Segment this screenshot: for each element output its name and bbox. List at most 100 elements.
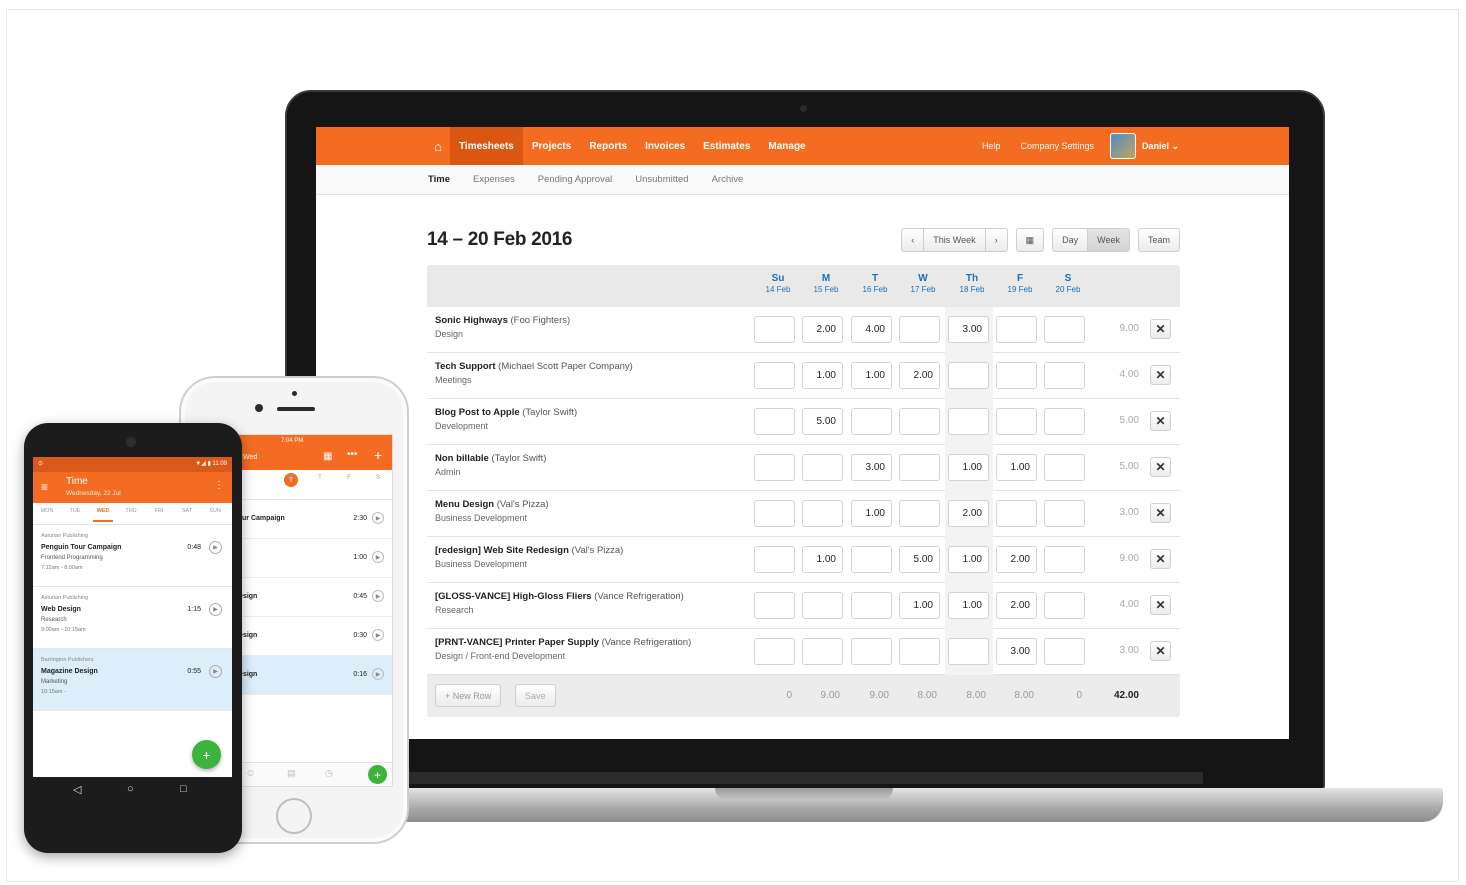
calendar-icon[interactable]: ▦ xyxy=(323,451,332,462)
hours-input[interactable] xyxy=(754,592,795,619)
timer-tab-icon[interactable]: ⏲ xyxy=(247,768,254,779)
list-item[interactable]: Asturian Publishing Penguin Tour Campaign… xyxy=(33,525,232,587)
help-link[interactable]: Help xyxy=(982,141,1001,151)
subnav-unsubmitted[interactable]: Unsubmitted xyxy=(635,174,688,185)
week-day[interactable]: W xyxy=(281,475,301,481)
hours-input[interactable] xyxy=(996,362,1037,389)
week-day[interactable]: THU xyxy=(121,508,141,514)
hours-input[interactable]: 1.00 xyxy=(802,362,843,389)
calendar-icon[interactable]: ▦ xyxy=(1015,228,1045,252)
play-icon[interactable]: ▶ xyxy=(372,629,384,641)
week-day[interactable]: WED xyxy=(93,508,113,522)
android-add-button[interactable]: + xyxy=(192,740,221,769)
more-icon[interactable]: ••• xyxy=(347,449,358,460)
hamburger-menu-icon[interactable]: ≡ xyxy=(41,480,48,494)
hours-input[interactable] xyxy=(1044,546,1085,573)
hours-input[interactable] xyxy=(1044,592,1085,619)
hours-input[interactable] xyxy=(1044,638,1085,665)
week-day[interactable]: SAT xyxy=(177,508,197,514)
hours-input[interactable]: 2.00 xyxy=(948,500,989,527)
nav-reports[interactable]: Reports xyxy=(580,127,636,165)
play-icon[interactable]: ▶ xyxy=(209,603,222,616)
nav-estimates[interactable]: Estimates xyxy=(694,127,759,165)
list-item[interactable]: 1:00 ▶ xyxy=(231,539,392,578)
hours-input[interactable]: 5.00 xyxy=(899,546,940,573)
delete-row-icon[interactable]: ✕ xyxy=(1150,411,1171,431)
hours-input[interactable]: 1.00 xyxy=(899,592,940,619)
hours-input[interactable]: 3.00 xyxy=(948,316,989,343)
hours-input[interactable] xyxy=(1044,454,1085,481)
day-view-button[interactable]: Day xyxy=(1052,228,1089,252)
this-week-button[interactable]: This Week xyxy=(924,228,986,252)
hours-input[interactable] xyxy=(851,638,892,665)
week-day[interactable]: MON xyxy=(37,508,57,514)
hours-input[interactable] xyxy=(802,454,843,481)
hours-input[interactable]: 1.00 xyxy=(948,454,989,481)
list-item[interactable]: Design 0:30 ▶ xyxy=(231,617,392,656)
grid-tab-icon[interactable]: ▤ xyxy=(287,768,296,779)
back-icon[interactable]: ◁ xyxy=(73,783,81,796)
overflow-menu-icon[interactable]: ⋮ xyxy=(214,480,224,491)
hours-input[interactable]: 1.00 xyxy=(802,546,843,573)
hours-input[interactable] xyxy=(948,362,989,389)
list-item[interactable]: Asturian Publishing Web Design Research 9:0… xyxy=(33,587,232,649)
hours-input[interactable] xyxy=(754,454,795,481)
hours-input[interactable]: 1.00 xyxy=(996,454,1037,481)
hours-input[interactable] xyxy=(754,546,795,573)
week-day[interactable]: S xyxy=(368,475,388,481)
play-icon[interactable]: ▶ xyxy=(372,551,384,563)
play-icon[interactable]: ▶ xyxy=(372,668,384,680)
recents-icon[interactable]: □ xyxy=(180,783,187,795)
hours-input[interactable] xyxy=(851,408,892,435)
hours-input[interactable] xyxy=(1044,500,1085,527)
next-week-button[interactable]: › xyxy=(985,228,1008,252)
week-day[interactable]: F xyxy=(339,475,359,481)
week-day[interactable]: TUE xyxy=(65,508,85,514)
hours-input[interactable] xyxy=(802,500,843,527)
nav-invoices[interactable]: Invoices xyxy=(636,127,694,165)
play-icon[interactable]: ▶ xyxy=(372,590,384,602)
play-icon[interactable]: ▶ xyxy=(372,512,384,524)
list-item[interactable]: Barrington Publishers Magazine Design Mark… xyxy=(33,649,232,711)
subnav-expenses[interactable]: Expenses xyxy=(473,174,515,185)
hours-input[interactable] xyxy=(851,592,892,619)
team-button[interactable]: Team xyxy=(1137,228,1180,252)
hours-input[interactable] xyxy=(754,362,795,389)
hours-input[interactable]: 2.00 xyxy=(996,592,1037,619)
hours-input[interactable]: 2.00 xyxy=(899,362,940,389)
delete-row-icon[interactable]: ✕ xyxy=(1150,457,1171,477)
hours-input[interactable] xyxy=(802,592,843,619)
subnav-archive[interactable]: Archive xyxy=(712,174,744,185)
save-button[interactable]: Save xyxy=(515,684,556,707)
hours-input[interactable]: 5.00 xyxy=(802,408,843,435)
hours-input[interactable] xyxy=(899,454,940,481)
prev-week-button[interactable]: ‹ xyxy=(901,228,925,252)
hours-input[interactable]: 2.00 xyxy=(996,546,1037,573)
subnav-time[interactable]: Time xyxy=(428,174,450,185)
hours-input[interactable] xyxy=(996,500,1037,527)
hours-input[interactable] xyxy=(996,316,1037,343)
list-item[interactable]: Design 0:45 ▶ xyxy=(231,578,392,617)
hours-input[interactable]: 2.00 xyxy=(802,316,843,343)
list-item[interactable]: Tour Campaign 2:30 ▶ xyxy=(231,500,392,539)
play-icon[interactable]: ▶ xyxy=(209,541,222,554)
hours-input[interactable] xyxy=(1044,316,1085,343)
nav-manage[interactable]: Manage xyxy=(759,127,814,165)
nav-projects[interactable]: Projects xyxy=(523,127,580,165)
delete-row-icon[interactable]: ✕ xyxy=(1150,641,1171,661)
delete-row-icon[interactable]: ✕ xyxy=(1150,595,1171,615)
hours-input[interactable] xyxy=(754,408,795,435)
hours-input[interactable] xyxy=(754,638,795,665)
hours-input[interactable] xyxy=(899,638,940,665)
user-menu[interactable]: Daniel ⌄ xyxy=(1109,133,1179,159)
clock-tab-icon[interactable]: ◷ xyxy=(325,768,333,779)
hours-input[interactable] xyxy=(1044,362,1085,389)
iphone-home-button[interactable] xyxy=(276,798,312,834)
hours-input[interactable]: 1.00 xyxy=(948,592,989,619)
home-icon[interactable]: ⌂ xyxy=(426,127,450,165)
hours-input[interactable] xyxy=(802,638,843,665)
new-row-button[interactable]: + New Row xyxy=(435,684,502,707)
hours-input[interactable]: 3.00 xyxy=(851,454,892,481)
home-circle-icon[interactable]: ○ xyxy=(127,783,134,795)
company-settings-link[interactable]: Company Settings xyxy=(1020,141,1094,151)
